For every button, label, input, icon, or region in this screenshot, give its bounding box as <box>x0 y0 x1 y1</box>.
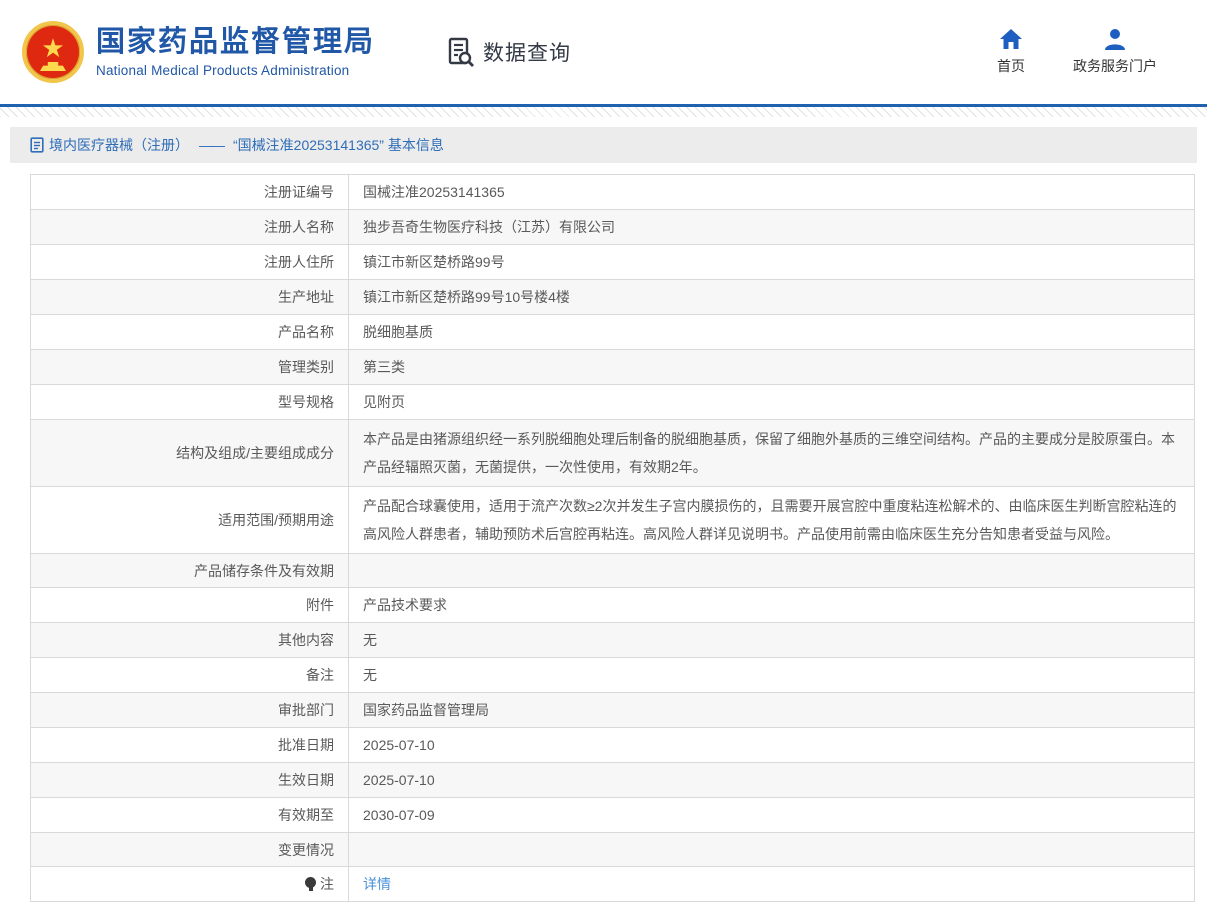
row-value: 2025-07-10 <box>349 728 1194 762</box>
nav-service-portal-label: 政务服务门户 <box>1073 56 1157 76</box>
row-label: 管理类别 <box>31 350 349 384</box>
row-value: 产品技术要求 <box>349 588 1194 622</box>
row-value: 国家药品监督管理局 <box>349 693 1194 727</box>
row-value: 2025-07-10 <box>349 763 1194 797</box>
table-row: 产品名称脱细胞基质 <box>31 315 1194 350</box>
home-icon <box>999 28 1023 50</box>
row-value: 2030-07-09 <box>349 798 1194 832</box>
user-icon <box>1103 28 1127 50</box>
org-name-zh: 国家药品监督管理局 <box>96 26 375 59</box>
row-value: 国械注准20253141365 <box>349 175 1194 209</box>
org-title-block: 国家药品监督管理局 National Medical Products Admi… <box>96 26 375 77</box>
table-row: 注册人名称独步吾奇生物医疗科技（江苏）有限公司 <box>31 210 1194 245</box>
row-label: 注册人名称 <box>31 210 349 244</box>
row-label: 批准日期 <box>31 728 349 762</box>
row-value: 独步吾奇生物医疗科技（江苏）有限公司 <box>349 210 1194 244</box>
row-label: 其他内容 <box>31 623 349 657</box>
row-label: 生效日期 <box>31 763 349 797</box>
table-row: 生效日期2025-07-10 <box>31 763 1194 798</box>
breadcrumb-separator: —— <box>199 137 223 153</box>
table-row: 注册证编号国械注准20253141365 <box>31 175 1194 210</box>
nav-item-home[interactable]: 首页 <box>997 28 1025 76</box>
row-label: 注册人住所 <box>31 245 349 279</box>
breadcrumb-current: “国械注准20253141365” 基本信息 <box>233 135 444 155</box>
hatched-divider <box>0 107 1207 117</box>
table-row: 生产地址镇江市新区楚桥路99号10号楼4楼 <box>31 280 1194 315</box>
table-row: 变更情况 <box>31 833 1194 867</box>
row-value: 无 <box>349 623 1194 657</box>
table-row: 批准日期2025-07-10 <box>31 728 1194 763</box>
top-nav: 首页 政务服务门户 <box>997 28 1185 76</box>
bulb-icon <box>305 877 316 891</box>
table-row: 审批部门国家药品监督管理局 <box>31 693 1194 728</box>
table-row: 备注无 <box>31 658 1194 693</box>
data-query-label: 数据查询 <box>483 37 571 67</box>
table-row: 型号规格见附页 <box>31 385 1194 420</box>
national-emblem-logo: ★ <box>22 21 84 83</box>
row-value: 镇江市新区楚桥路99号 <box>349 245 1194 279</box>
document-search-icon <box>445 36 477 68</box>
row-label: 附件 <box>31 588 349 622</box>
row-value <box>349 554 1194 587</box>
breadcrumb-category-link[interactable]: 境内医疗器械（注册） <box>49 135 189 155</box>
detail-link[interactable]: 详情 <box>363 873 391 895</box>
row-label: 变更情况 <box>31 833 349 866</box>
row-value <box>349 833 1194 866</box>
breadcrumb: 境内医疗器械（注册） —— “国械注准20253141365” 基本信息 <box>10 127 1197 163</box>
table-row: 有效期至2030-07-09 <box>31 798 1194 833</box>
row-label: 备注 <box>31 658 349 692</box>
row-label: 注 <box>31 867 349 901</box>
table-row: 产品储存条件及有效期 <box>31 554 1194 588</box>
nav-item-service-portal[interactable]: 政务服务门户 <box>1073 28 1157 76</box>
org-name-en: National Medical Products Administration <box>96 63 375 78</box>
row-value: 镇江市新区楚桥路99号10号楼4楼 <box>349 280 1194 314</box>
row-label: 注册证编号 <box>31 175 349 209</box>
site-header: ★ 国家药品监督管理局 National Medical Products Ad… <box>0 0 1207 104</box>
table-row: 结构及组成/主要组成成分本产品是由猪源组织经一系列脱细胞处理后制备的脱细胞基质，… <box>31 420 1194 487</box>
data-query-title: 数据查询 <box>445 36 571 68</box>
row-value: 第三类 <box>349 350 1194 384</box>
row-label: 适用范围/预期用途 <box>31 487 349 553</box>
table-row: 注详情 <box>31 867 1194 902</box>
document-icon <box>30 137 49 153</box>
row-value: 见附页 <box>349 385 1194 419</box>
row-label: 结构及组成/主要组成成分 <box>31 420 349 486</box>
row-label: 型号规格 <box>31 385 349 419</box>
row-label: 有效期至 <box>31 798 349 832</box>
row-label: 产品储存条件及有效期 <box>31 554 349 587</box>
star-icon: ★ <box>41 35 64 61</box>
nav-home-label: 首页 <box>997 56 1025 76</box>
row-value: 本产品是由猪源组织经一系列脱细胞处理后制备的脱细胞基质，保留了细胞外基质的三维空… <box>349 420 1194 486</box>
table-row: 附件产品技术要求 <box>31 588 1194 623</box>
row-label: 审批部门 <box>31 693 349 727</box>
tiananmen-icon <box>40 62 66 71</box>
row-value: 无 <box>349 658 1194 692</box>
table-row: 其他内容无 <box>31 623 1194 658</box>
table-row: 适用范围/预期用途产品配合球囊使用，适用于流产次数≥2次并发生子宫内膜损伤的，且… <box>31 487 1194 554</box>
table-row: 注册人住所镇江市新区楚桥路99号 <box>31 245 1194 280</box>
info-table: 注册证编号国械注准20253141365注册人名称独步吾奇生物医疗科技（江苏）有… <box>30 174 1195 902</box>
row-value: 详情 <box>349 867 1194 901</box>
row-label: 产品名称 <box>31 315 349 349</box>
row-value: 产品配合球囊使用，适用于流产次数≥2次并发生子宫内膜损伤的，且需要开展宫腔中重度… <box>349 487 1194 553</box>
table-row: 管理类别第三类 <box>31 350 1194 385</box>
row-value: 脱细胞基质 <box>349 315 1194 349</box>
row-label: 生产地址 <box>31 280 349 314</box>
